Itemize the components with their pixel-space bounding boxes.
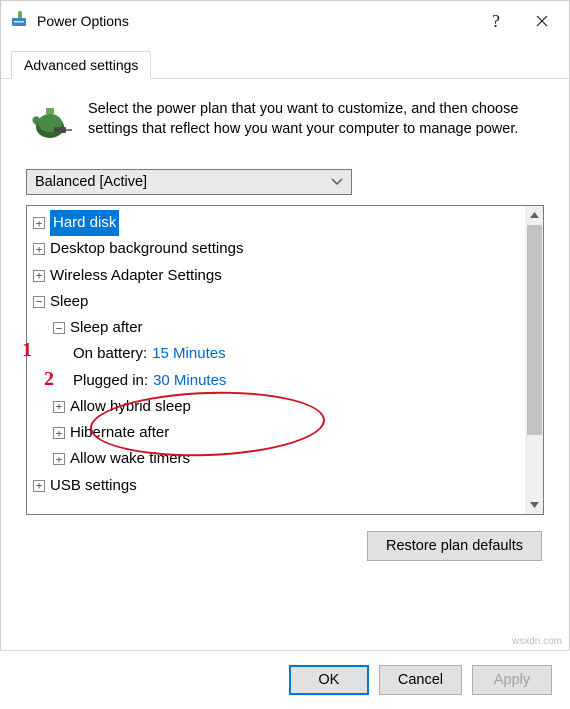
collapse-icon[interactable] <box>53 322 65 334</box>
vertical-scrollbar[interactable] <box>525 206 543 514</box>
tab-content: Select the power plan that you want to c… <box>1 79 569 561</box>
tab-advanced-settings[interactable]: Advanced settings <box>11 51 151 79</box>
tree-item-usb[interactable]: USB settings <box>33 473 523 499</box>
tree-label: Allow hybrid sleep <box>70 394 191 420</box>
tree-item-on-battery[interactable]: On battery: 15 Minutes <box>33 341 523 367</box>
expand-icon[interactable] <box>33 480 45 492</box>
expand-icon[interactable] <box>33 217 45 229</box>
window-title: Power Options <box>37 13 473 29</box>
tree-item-wake-timers[interactable]: Allow wake timers <box>33 446 523 472</box>
setting-value[interactable]: 15 Minutes <box>152 341 225 367</box>
scroll-down-icon[interactable] <box>525 496 543 514</box>
close-button[interactable] <box>519 5 565 37</box>
tree-item-wireless[interactable]: Wireless Adapter Settings <box>33 263 523 289</box>
expand-icon[interactable] <box>53 401 65 413</box>
chevron-down-icon <box>331 174 343 190</box>
tree-item-hibernate-after[interactable]: Hibernate after <box>33 420 523 446</box>
power-plan-value: Balanced [Active] <box>35 174 147 190</box>
restore-defaults-button[interactable]: Restore plan defaults <box>367 531 542 561</box>
tree-label: USB settings <box>50 473 137 499</box>
tree-item-plugged-in[interactable]: Plugged in: 30 Minutes <box>33 368 523 394</box>
expand-icon[interactable] <box>53 427 65 439</box>
ok-button[interactable]: OK <box>289 665 369 695</box>
tree-item-hard-disk[interactable]: Hard disk <box>33 210 523 236</box>
tree-label: Desktop background settings <box>50 236 243 262</box>
tree-item-sleep[interactable]: Sleep <box>33 289 523 315</box>
expand-icon[interactable] <box>33 243 45 255</box>
annotation-marker-2: 2 <box>44 368 54 391</box>
description-text: Select the power plan that you want to c… <box>88 99 544 151</box>
tree-label: Wireless Adapter Settings <box>50 263 222 289</box>
settings-tree: Hard disk Desktop background settings Wi… <box>26 205 544 515</box>
cancel-button[interactable]: Cancel <box>379 665 462 695</box>
apply-button: Apply <box>472 665 552 695</box>
tree-label: Hard disk <box>50 210 119 236</box>
tree-item-desktop-bg[interactable]: Desktop background settings <box>33 236 523 262</box>
expand-icon[interactable] <box>33 270 45 282</box>
dialog-button-row: OK Cancel Apply <box>0 650 570 709</box>
power-options-icon <box>11 10 29 32</box>
expand-icon[interactable] <box>53 453 65 465</box>
scroll-up-icon[interactable] <box>525 206 543 224</box>
power-plan-select[interactable]: Balanced [Active] <box>26 169 352 195</box>
tree-label: Sleep after <box>70 315 143 341</box>
tree-label: Sleep <box>50 289 88 315</box>
tree-item-sleep-after[interactable]: Sleep after <box>33 315 523 341</box>
teapot-battery-icon <box>26 99 74 151</box>
help-button[interactable]: ? <box>473 5 519 37</box>
tabstrip: Advanced settings <box>1 41 569 79</box>
watermark: wsxdn.com <box>512 636 562 647</box>
annotation-marker-1: 1 <box>22 339 32 362</box>
tree-label: Allow wake timers <box>70 446 190 472</box>
tree-label: Hibernate after <box>70 420 169 446</box>
setting-value[interactable]: 30 Minutes <box>153 368 226 394</box>
setting-label: Plugged in: <box>73 368 148 394</box>
setting-label: On battery: <box>73 341 147 367</box>
collapse-icon[interactable] <box>33 296 45 308</box>
scrollbar-thumb[interactable] <box>527 225 542 435</box>
titlebar: Power Options ? <box>1 1 569 41</box>
tree-item-hybrid-sleep[interactable]: Allow hybrid sleep <box>33 394 523 420</box>
